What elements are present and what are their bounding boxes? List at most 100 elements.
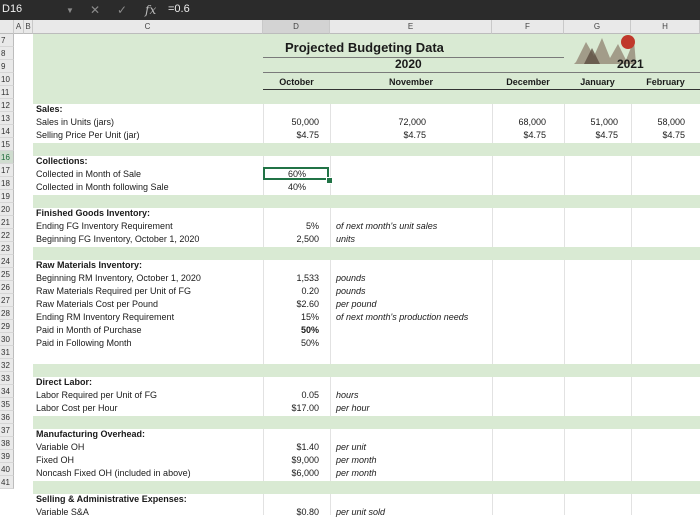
beginning-rm-label: Beginning RM Inventory, October 1, 2020 (36, 273, 201, 283)
month-november: November (388, 77, 433, 87)
noncash-oh-value[interactable]: $6,000 (263, 467, 319, 479)
labor-required-value[interactable]: 0.05 (263, 389, 319, 401)
rm-required-note: pounds (336, 286, 366, 296)
row-header-29[interactable]: 29 (0, 320, 14, 333)
beginning-fg-value[interactable]: 2,500 (263, 233, 319, 245)
row-header-7[interactable]: 7 (0, 34, 14, 47)
row-header-36[interactable]: 36 (0, 411, 14, 424)
confirm-icon[interactable]: ✓ (117, 1, 127, 19)
sales-heading: Sales: (36, 104, 63, 114)
row-header-13[interactable]: 13 (0, 112, 14, 125)
function-icon[interactable]: fx (145, 0, 156, 20)
row-header-31[interactable]: 31 (0, 346, 14, 359)
beginning-rm-value[interactable]: 1,533 (263, 272, 319, 284)
price-nov[interactable]: $4.75 (330, 129, 426, 141)
spacer-band (33, 143, 700, 156)
month-december: December (506, 77, 550, 87)
row-header-17[interactable]: 17 (0, 164, 14, 177)
row-header-12[interactable]: 12 (0, 99, 14, 112)
collected-month-of-sale-value[interactable]: 60% (263, 168, 306, 180)
sales-units-label: Sales in Units (jars) (36, 117, 115, 127)
variable-oh-value[interactable]: $1.40 (263, 441, 319, 453)
rm-cost-value[interactable]: $2.60 (263, 298, 319, 310)
beginning-fg-note: units (336, 234, 356, 244)
row-header-23[interactable]: 23 (0, 242, 14, 255)
labor-required-label: Labor Required per Unit of FG (36, 390, 158, 400)
fixed-oh-note: per month (336, 455, 377, 465)
ending-rm-value[interactable]: 15% (263, 311, 319, 323)
variable-sa-value[interactable]: $0.80 (263, 506, 319, 518)
sales-units-jan[interactable]: 51,000 (564, 116, 618, 128)
fill-handle[interactable] (326, 177, 333, 184)
row-header-8[interactable]: 8 (0, 47, 14, 60)
collected-month-of-sale-label: Collected in Month of Sale (36, 169, 142, 179)
sheet-title: Projected Budgeting Data (285, 40, 444, 55)
column-header-e[interactable]: E (330, 20, 492, 34)
row-header-30[interactable]: 30 (0, 333, 14, 346)
row-header-26[interactable]: 26 (0, 281, 14, 294)
paid-following-label: Paid in Following Month (36, 338, 132, 348)
collected-following-value[interactable]: 40% (263, 181, 306, 193)
row-header-21[interactable]: 21 (0, 216, 14, 229)
row-header-15[interactable]: 15 (0, 138, 14, 151)
row-header-38[interactable]: 38 (0, 437, 14, 450)
variable-sa-label: Variable S&A (36, 507, 89, 517)
ending-rm-label: Ending RM Inventory Requirement (36, 312, 175, 322)
price-feb[interactable]: $4.75 (631, 129, 685, 141)
row-header-37[interactable]: 37 (0, 424, 14, 437)
row-header-11[interactable]: 11 (0, 86, 14, 99)
collections-heading: Collections: (36, 156, 88, 166)
fixed-oh-value[interactable]: $9,000 (263, 454, 319, 466)
row-header-27[interactable]: 27 (0, 294, 14, 307)
row-header-34[interactable]: 34 (0, 385, 14, 398)
ending-fg-value[interactable]: 5% (263, 220, 319, 232)
column-header-h[interactable]: H (631, 20, 700, 34)
spacer-band (33, 364, 700, 377)
row-header-24[interactable]: 24 (0, 255, 14, 268)
paid-following-value[interactable]: 50% (263, 337, 319, 349)
column-header-g[interactable]: G (564, 20, 631, 34)
sales-units-feb[interactable]: 58,000 (631, 116, 685, 128)
labor-cost-value[interactable]: $17.00 (263, 402, 319, 414)
sales-units-dec[interactable]: 68,000 (492, 116, 546, 128)
paid-month-value[interactable]: 50% (263, 324, 319, 336)
column-header-f[interactable]: F (492, 20, 564, 34)
row-header-20[interactable]: 20 (0, 203, 14, 216)
row-header-40[interactable]: 40 (0, 463, 14, 476)
row-header-19[interactable]: 19 (0, 190, 14, 203)
row-header-35[interactable]: 35 (0, 398, 14, 411)
price-jan[interactable]: $4.75 (564, 129, 618, 141)
formula-input[interactable]: =0.6 (168, 2, 688, 17)
row-header-33[interactable]: 33 (0, 372, 14, 385)
row-header-39[interactable]: 39 (0, 450, 14, 463)
sales-units-nov[interactable]: 72,000 (330, 116, 426, 128)
noncash-oh-note: per month (336, 468, 377, 478)
row-header-18[interactable]: 18 (0, 177, 14, 190)
cancel-icon[interactable]: ✕ (90, 1, 100, 19)
name-box[interactable]: D16 (2, 2, 62, 17)
sales-units-oct[interactable]: 50,000 (263, 116, 319, 128)
row-header-22[interactable]: 22 (0, 229, 14, 242)
select-all-corner[interactable] (0, 20, 14, 34)
row-header-9[interactable]: 9 (0, 60, 14, 73)
rm-cost-note: per pound (336, 299, 377, 309)
variable-sa-note: per unit sold (336, 507, 386, 517)
selling-admin-heading: Selling & Administrative Expenses: (36, 494, 187, 504)
row-header-41[interactable]: 41 (0, 476, 14, 489)
row-header-32[interactable]: 32 (0, 359, 14, 372)
rm-required-value[interactable]: 0.20 (263, 285, 319, 297)
price-dec[interactable]: $4.75 (492, 129, 546, 141)
column-header-a[interactable]: A (14, 20, 24, 34)
labor-cost-label: Labor Cost per Hour (36, 403, 118, 413)
price-oct[interactable]: $4.75 (263, 129, 319, 141)
column-header-d[interactable]: D (263, 20, 330, 34)
column-header-c[interactable]: C (33, 20, 263, 34)
name-box-dropdown-icon[interactable]: ▼ (66, 2, 74, 20)
row-header-10[interactable]: 10 (0, 73, 14, 86)
row-header-16[interactable]: 16 (0, 151, 14, 164)
overhead-heading: Manufacturing Overhead: (36, 429, 146, 439)
row-header-25[interactable]: 25 (0, 268, 14, 281)
row-header-14[interactable]: 14 (0, 125, 14, 138)
row-header-28[interactable]: 28 (0, 307, 14, 320)
column-header-b[interactable]: B (24, 20, 33, 34)
